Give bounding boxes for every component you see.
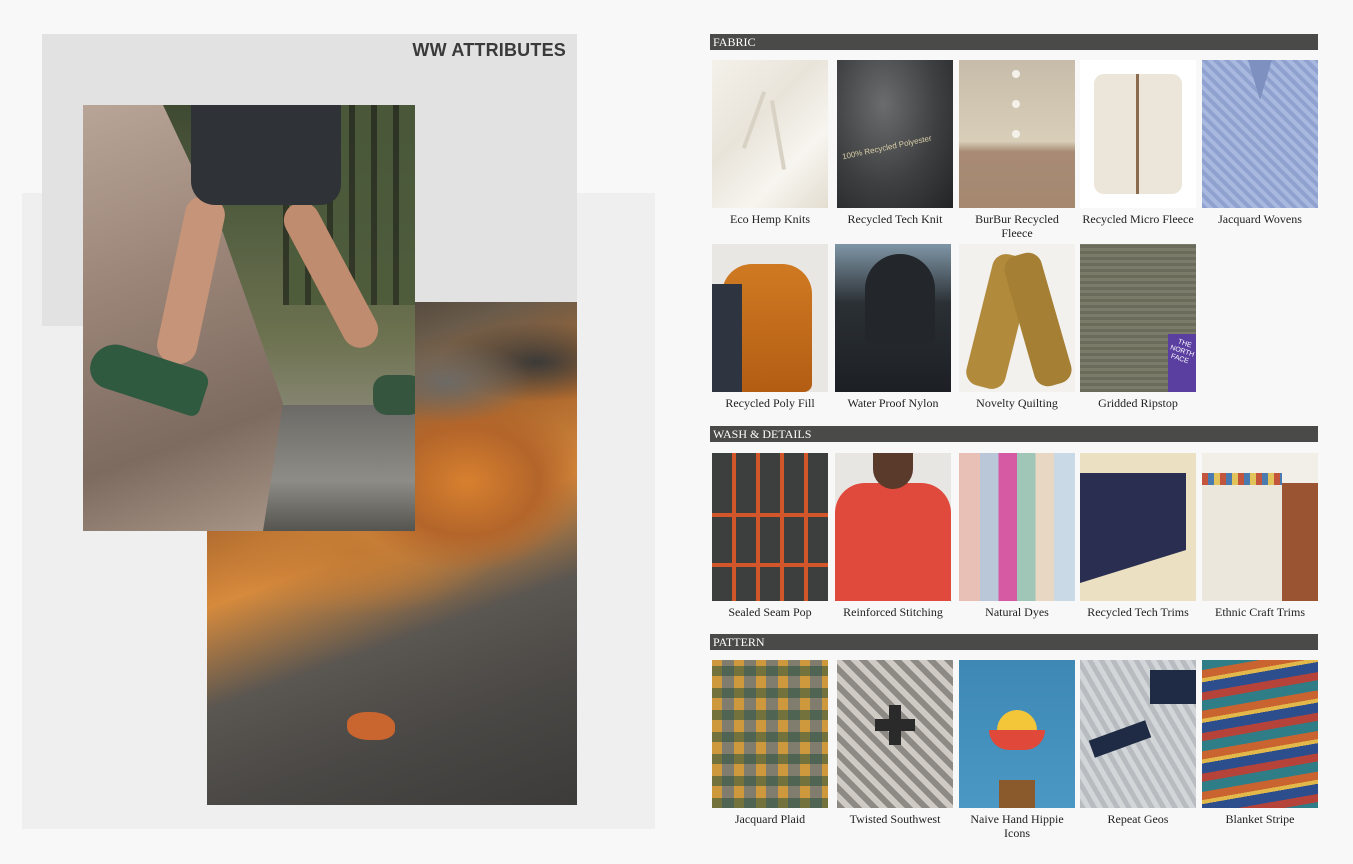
swatch-image-tech-knit: 100% Recycled Polyester: [837, 60, 953, 208]
swatch-caption: Blanket Stripe: [1225, 812, 1295, 826]
hiking-shoe-right: [373, 375, 415, 415]
swatch-image-southwest-jacket: [837, 660, 953, 808]
swatch-tile: Repeat Geos: [1080, 660, 1196, 826]
swatch-tile: Recycled Micro Fleece: [1080, 60, 1196, 226]
page-title: WW ATTRIBUTES: [412, 40, 566, 60]
swatch-image-dyed-garments: [959, 453, 1075, 601]
swatch-tile: Twisted Southwest: [837, 660, 953, 826]
swatch-caption: Recycled Tech Knit: [847, 212, 943, 226]
printed-label-text: 100% Recycled Polyester: [841, 133, 933, 162]
orange-rock-chip: [347, 712, 395, 740]
swatch-image-quilted-pants: [959, 244, 1075, 392]
swatch-caption: Jacquard Plaid: [734, 812, 806, 826]
swatch-tile: BurBur Recycled Fleece: [959, 60, 1075, 240]
swatch-caption: Recycled Poly Fill: [725, 396, 815, 410]
swatch-tile: Reinforced Stitching: [835, 453, 951, 619]
swatch-tile: THE NORTH FACE Gridded Ripstop: [1080, 244, 1196, 410]
swatch-tile: Naive Hand Hippie Icons: [959, 660, 1075, 840]
swatch-caption: Natural Dyes: [985, 605, 1049, 619]
swatch-image-craft-trim-pants: [1202, 453, 1318, 601]
swatch-caption: Recycled Micro Fleece: [1082, 212, 1194, 226]
swatch-caption: Sealed Seam Pop: [728, 605, 812, 619]
swatch-caption: Naive Hand Hippie Icons: [970, 812, 1064, 840]
swatch-tile: Jacquard Wovens: [1202, 60, 1318, 226]
swatch-caption: Repeat Geos: [1107, 812, 1169, 826]
swatch-caption: Reinforced Stitching: [843, 605, 943, 619]
swatch-caption: Recycled Tech Trims: [1087, 605, 1189, 619]
swatch-tile: Sealed Seam Pop: [712, 453, 828, 619]
swatch-image-nylon-hoodie: [835, 244, 951, 392]
swatch-caption: Water Proof Nylon: [847, 396, 939, 410]
section-header-fabric: FABRIC: [710, 34, 1318, 50]
swatch-tile: Water Proof Nylon: [835, 244, 951, 410]
swatch-image-fleece-pullover: [959, 60, 1075, 208]
section-header-pattern: PATTERN: [710, 634, 1318, 650]
swatch-image-puffer-jacket: [712, 244, 828, 392]
swatch-caption: Ethnic Craft Trims: [1214, 605, 1305, 619]
swatch-tile: Eco Hemp Knits: [712, 60, 828, 226]
swatch-image-plaid-shirt: [712, 660, 828, 808]
swatch-tile: 100% Recycled Polyester Recycled Tech Kn…: [837, 60, 953, 226]
swatch-caption: Twisted Southwest: [849, 812, 941, 826]
swatch-tile: Natural Dyes: [959, 453, 1075, 619]
swatch-caption: Gridded Ripstop: [1098, 396, 1178, 410]
swatch-image-hemp-knit: [712, 60, 828, 208]
swatch-image-ripstop-jacket: THE NORTH FACE: [1080, 244, 1196, 392]
swatch-caption: BurBur Recycled Fleece: [975, 212, 1059, 240]
hiker-photo: [83, 105, 415, 531]
brand-tag-text: THE NORTH FACE: [1169, 338, 1196, 366]
swatch-tile: Novelty Quilting: [959, 244, 1075, 410]
swatch-tile: Jacquard Plaid: [712, 660, 828, 826]
swatch-caption: Eco Hemp Knits: [730, 212, 810, 226]
swatch-caption: Novelty Quilting: [976, 396, 1058, 410]
swatch-image-hippie-sweater: [959, 660, 1075, 808]
swatch-tile: Recycled Tech Trims: [1080, 453, 1196, 619]
swatch-image-tech-trim-pouch: [1080, 453, 1196, 601]
swatch-caption: Jacquard Wovens: [1218, 212, 1302, 226]
section-header-wash-details: WASH & DETAILS: [710, 426, 1318, 442]
swatch-image-jacquard-shirt: [1202, 60, 1318, 208]
swatch-image-red-sweatshirt: [835, 453, 951, 601]
swatch-tile: Recycled Poly Fill: [712, 244, 828, 410]
swatch-image-blanket-stripe-jacket: [1202, 660, 1318, 808]
swatch-tile: Ethnic Craft Trims: [1202, 453, 1318, 619]
swatch-tile: Blanket Stripe: [1202, 660, 1318, 826]
swatch-image-sealed-seam-jacket: [712, 453, 828, 601]
swatch-image-geo-pullover: [1080, 660, 1196, 808]
hiker-shorts: [191, 105, 341, 205]
swatch-image-micro-fleece-cardigan: [1080, 60, 1196, 208]
